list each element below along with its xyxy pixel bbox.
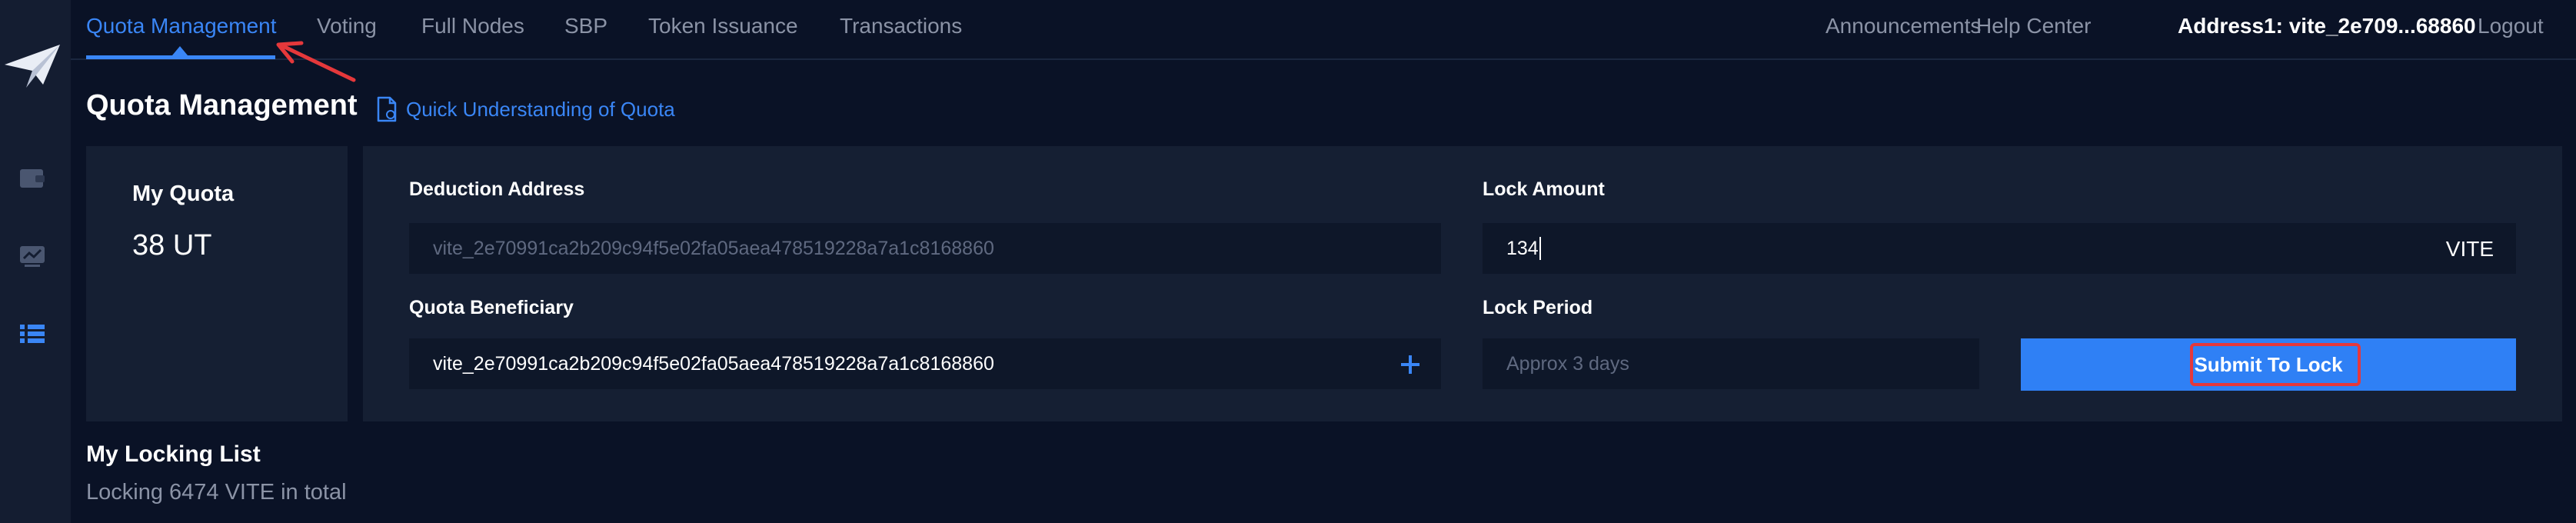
page-title: Quota Management: [86, 89, 358, 122]
quick-understanding-label: Quick Understanding of Quota: [406, 97, 675, 121]
my-quota-label: My Quota: [132, 182, 235, 206]
help-center-link[interactable]: Help Center: [1976, 11, 2091, 42]
app-root: Quota Management Voting Full Nodes SBP T…: [0, 0, 2576, 523]
lock-amount-value: 134: [1506, 237, 1539, 259]
my-quota-value: 38 UT: [132, 229, 212, 262]
lock-amount-unit: VITE: [2445, 237, 2494, 261]
announcements-link[interactable]: Announcements: [1825, 11, 1981, 42]
tab-quota-management[interactable]: Quota Management: [86, 11, 277, 42]
wallet-icon[interactable]: [17, 163, 48, 194]
annotation-arrow-icon: [276, 41, 356, 82]
lock-period-label: Lock Period: [1483, 297, 1593, 318]
lock-period-field[interactable]: Approx 3 days: [1483, 338, 1979, 389]
submit-to-lock-button[interactable]: Submit To Lock: [2021, 338, 2516, 391]
document-icon: [377, 96, 397, 122]
tab-voting[interactable]: Voting: [317, 11, 377, 42]
tab-transactions[interactable]: Transactions: [840, 11, 962, 42]
chart-icon[interactable]: [17, 240, 48, 271]
tab-full-nodes[interactable]: Full Nodes: [421, 11, 524, 42]
active-tab-caret: [172, 46, 188, 55]
deduction-address-value: vite_2e70991ca2b209c94f5e02fa05aea478519…: [433, 237, 994, 259]
text-cursor: [1539, 237, 1541, 260]
quick-understanding-link[interactable]: Quick Understanding of Quota: [375, 94, 675, 125]
quota-beneficiary-value: vite_2e70991ca2b209c94f5e02fa05aea478519…: [433, 352, 994, 375]
active-tab-underline: [86, 55, 275, 59]
locking-list-summary: Locking 6474 VITE in total: [86, 480, 347, 505]
add-beneficiary-plus-icon[interactable]: [1397, 351, 1423, 378]
lock-amount-label: Lock Amount: [1483, 178, 1605, 200]
deduction-address-label: Deduction Address: [409, 178, 585, 200]
address-selector[interactable]: Address1: vite_2e709...68860: [2178, 11, 2476, 42]
tab-token-issuance[interactable]: Token Issuance: [648, 11, 798, 42]
list-icon[interactable]: [17, 318, 48, 349]
submit-to-lock-label: Submit To Lock: [2194, 352, 2343, 376]
lock-period-placeholder: Approx 3 days: [1506, 352, 1629, 375]
quota-beneficiary-label: Quota Beneficiary: [409, 297, 574, 318]
paper-plane-logo-icon[interactable]: [3, 37, 65, 91]
locking-list-title: My Locking List: [86, 441, 261, 467]
my-quota-card: My Quota 38 UT: [86, 146, 348, 421]
logout-link[interactable]: Logout: [2478, 11, 2544, 42]
quota-beneficiary-field[interactable]: vite_2e70991ca2b209c94f5e02fa05aea478519…: [409, 338, 1441, 389]
deduction-address-field: vite_2e70991ca2b209c94f5e02fa05aea478519…: [409, 223, 1441, 274]
sidebar: [0, 0, 71, 523]
lock-amount-input[interactable]: 134 VITE: [1483, 223, 2516, 274]
tab-sbp[interactable]: SBP: [564, 11, 607, 42]
